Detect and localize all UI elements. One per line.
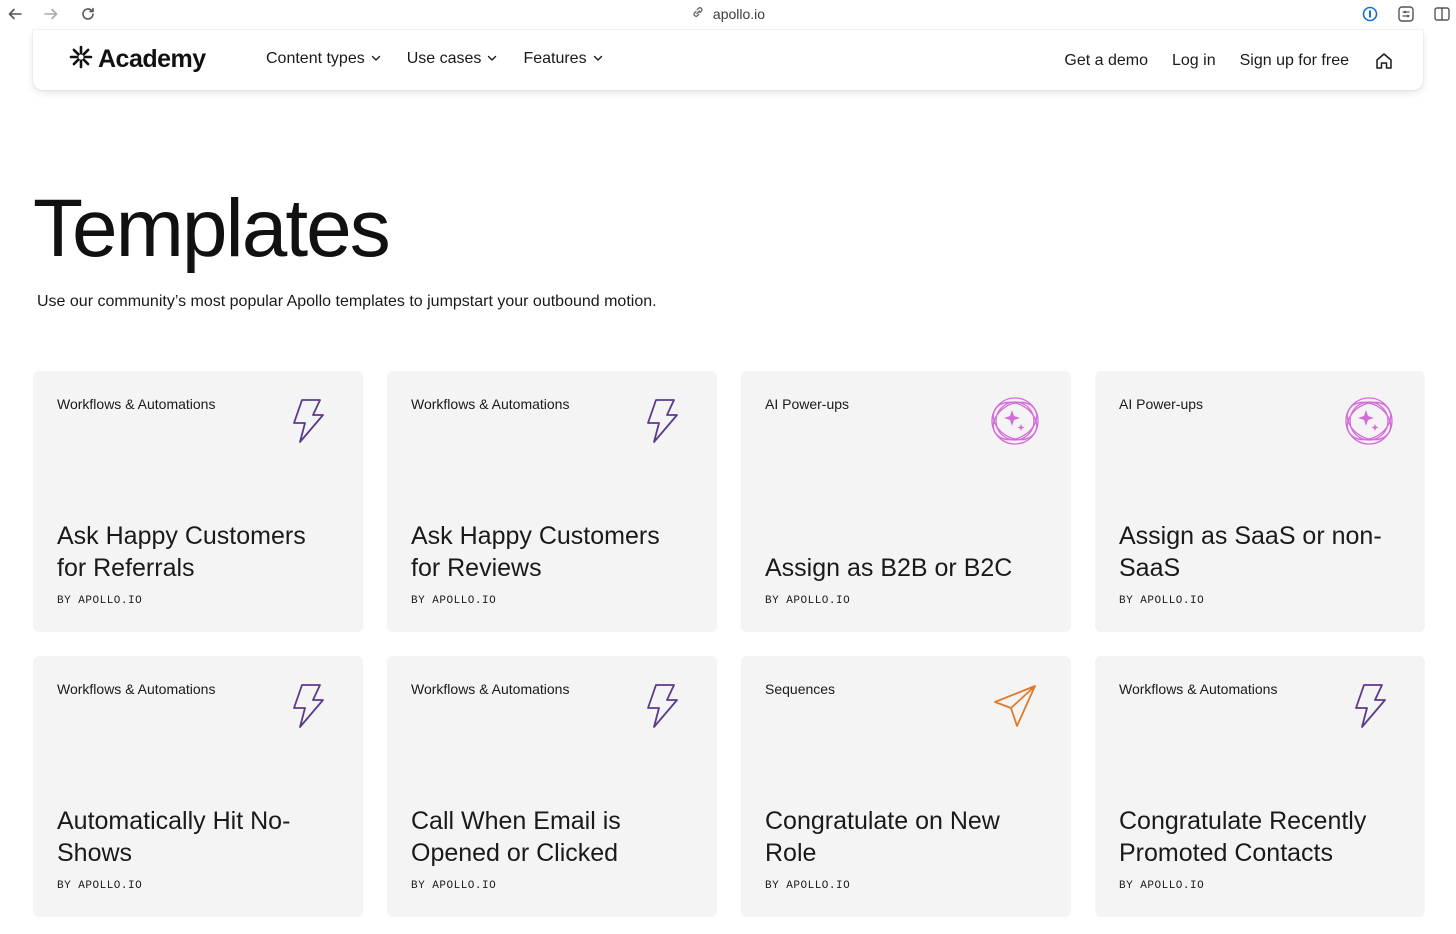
card-title: Call When Email is Opened or Clicked bbox=[411, 807, 621, 867]
card-category: AI Power-ups bbox=[765, 396, 850, 412]
page-subtitle: Use our community’s most popular Apollo … bbox=[37, 293, 657, 310]
card-title: Assign as B2B or B2C bbox=[765, 554, 1013, 582]
site-header: Academy Content types Use cases Features… bbox=[33, 30, 1423, 90]
get-demo-link[interactable]: Get a demo bbox=[1064, 52, 1148, 70]
menu-content-types[interactable]: Content types bbox=[266, 50, 381, 68]
template-card[interactable]: Workflows & Automations Ask Happy Custom… bbox=[387, 371, 717, 632]
template-card[interactable]: Workflows & Automations Automatically Hi… bbox=[33, 656, 363, 917]
lightning-icon bbox=[635, 680, 687, 732]
logo-text: Academy bbox=[98, 45, 206, 73]
extension-icon[interactable] bbox=[1396, 4, 1416, 24]
card-author: BY APOLLO.IO bbox=[57, 595, 143, 607]
card-author: BY APOLLO.IO bbox=[765, 880, 851, 892]
home-icon[interactable] bbox=[1373, 50, 1395, 72]
template-card[interactable]: AI Power-ups Assign as B2B or B2C BY APO… bbox=[741, 371, 1071, 632]
card-title: Ask Happy Customers for Referrals bbox=[57, 522, 306, 582]
menu-use-cases[interactable]: Use cases bbox=[407, 50, 498, 68]
card-author: BY APOLLO.IO bbox=[411, 595, 497, 607]
template-card[interactable]: AI Power-ups Assign as SaaS or non-SaaS … bbox=[1095, 371, 1425, 632]
signup-link[interactable]: Sign up for free bbox=[1240, 52, 1349, 70]
card-category: Workflows & Automations bbox=[411, 396, 570, 412]
url-text: apollo.io bbox=[712, 5, 766, 22]
card-author: BY APOLLO.IO bbox=[57, 880, 143, 892]
card-author: BY APOLLO.IO bbox=[1119, 595, 1205, 607]
card-author: BY APOLLO.IO bbox=[1119, 880, 1205, 892]
chevron-down-icon bbox=[487, 50, 497, 68]
menu-label: Content types bbox=[266, 50, 365, 67]
menu-features[interactable]: Features bbox=[523, 50, 602, 68]
chevron-down-icon bbox=[371, 50, 381, 68]
template-card[interactable]: Sequences Congratulate on New Role BY AP… bbox=[741, 656, 1071, 917]
page-title: Templates bbox=[33, 183, 391, 274]
lightning-icon bbox=[635, 395, 687, 447]
card-title: Congratulate Recently Promoted Contacts bbox=[1119, 807, 1367, 867]
menu-label: Features bbox=[523, 50, 587, 67]
lightning-icon bbox=[281, 680, 333, 732]
card-title: Automatically Hit No-Shows bbox=[57, 807, 291, 867]
template-card[interactable]: Workflows & Automations Congratulate Rec… bbox=[1095, 656, 1425, 917]
chevron-down-icon bbox=[593, 50, 603, 68]
asterisk-logo-icon bbox=[68, 44, 94, 75]
templates-grid: Workflows & Automations Ask Happy Custom… bbox=[33, 371, 1425, 917]
card-title: Ask Happy Customers for Reviews bbox=[411, 522, 660, 582]
academy-logo[interactable]: Academy bbox=[68, 44, 206, 75]
card-title: Assign as SaaS or non-SaaS bbox=[1119, 522, 1382, 582]
card-author: BY APOLLO.IO bbox=[765, 595, 851, 607]
card-category: Workflows & Automations bbox=[57, 396, 216, 412]
card-category: Workflows & Automations bbox=[411, 681, 570, 697]
login-link[interactable]: Log in bbox=[1172, 52, 1216, 70]
sidebar-toggle-icon[interactable] bbox=[1432, 4, 1452, 24]
card-category: Sequences bbox=[765, 681, 836, 697]
card-category: Workflows & Automations bbox=[57, 681, 216, 697]
paper-plane-icon bbox=[989, 680, 1041, 732]
template-card[interactable]: Workflows & Automations Ask Happy Custom… bbox=[33, 371, 363, 632]
main-menu: Content types Use cases Features bbox=[266, 50, 603, 68]
header-actions: Get a demo Log in Sign up for free bbox=[1064, 50, 1395, 72]
address-bar[interactable]: apollo.io bbox=[0, 5, 1456, 22]
card-title: Congratulate on New Role bbox=[765, 807, 1000, 867]
card-author: BY APOLLO.IO bbox=[411, 880, 497, 892]
password-manager-icon[interactable] bbox=[1360, 4, 1380, 24]
card-category: AI Power-ups bbox=[1119, 396, 1204, 412]
template-card[interactable]: Workflows & Automations Call When Email … bbox=[387, 656, 717, 917]
menu-label: Use cases bbox=[406, 50, 482, 67]
browser-toolbar: apollo.io bbox=[0, 0, 1456, 28]
lightning-icon bbox=[281, 395, 333, 447]
sparkle-icon bbox=[1343, 395, 1395, 447]
sparkle-icon bbox=[989, 395, 1041, 447]
card-category: Workflows & Automations bbox=[1119, 681, 1278, 697]
lightning-icon bbox=[1343, 680, 1395, 732]
link-icon bbox=[691, 5, 705, 22]
